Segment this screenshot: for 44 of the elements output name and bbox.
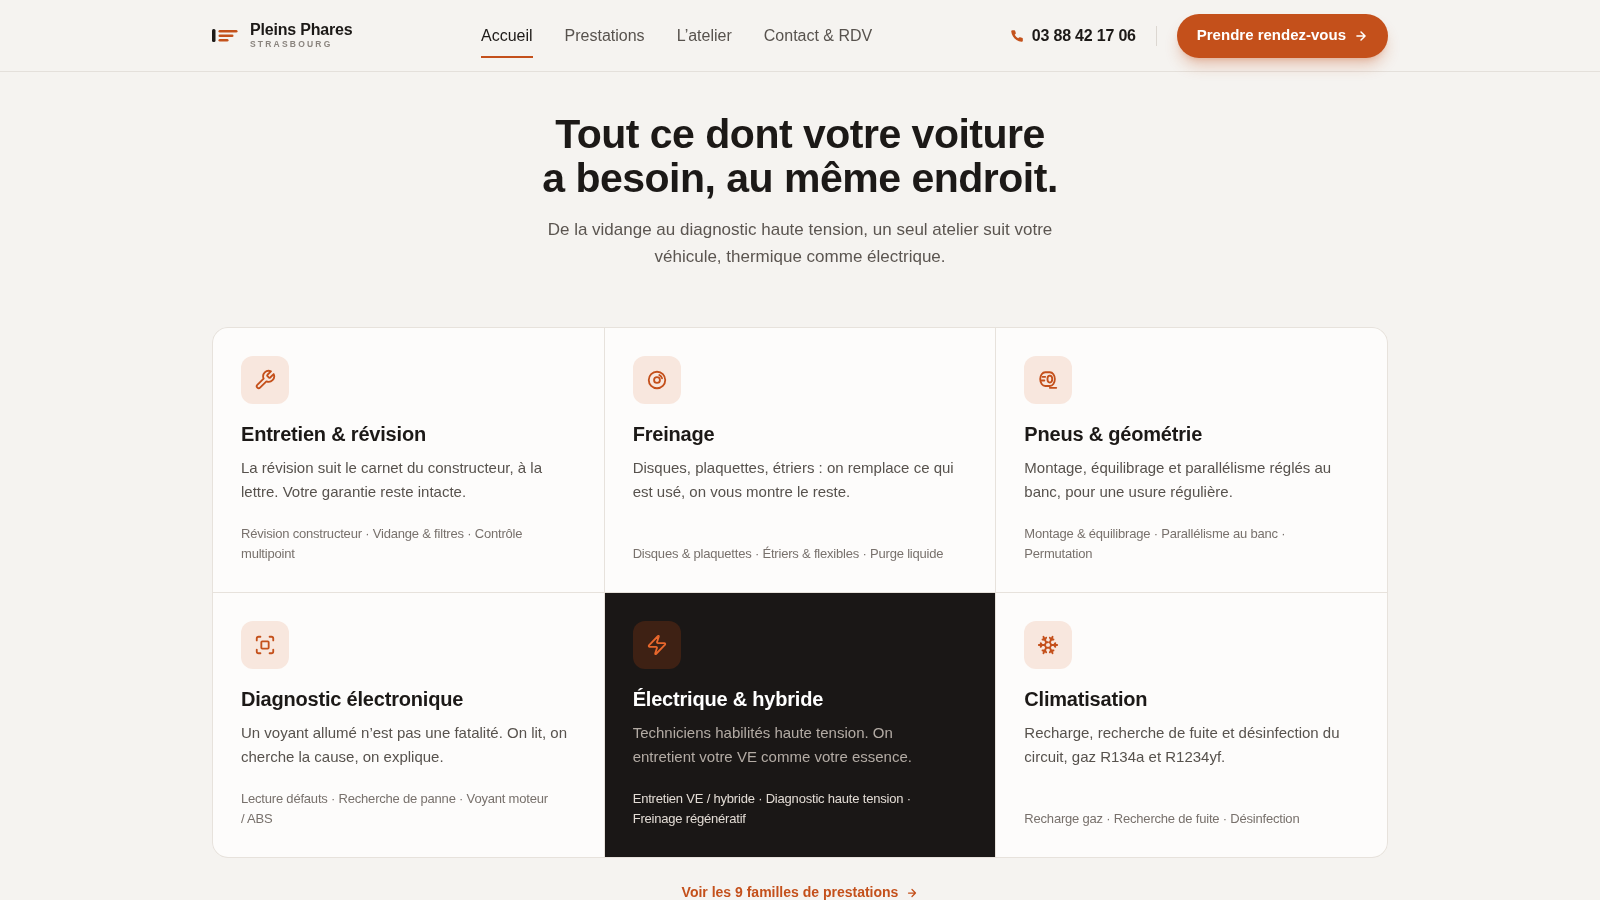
service-description: Montage, équilibrage et parallélisme réglés au banc, pour une usure régulière. bbox=[1024, 458, 1333, 502]
arrow-right-icon bbox=[906, 886, 919, 899]
service-title: Entretien & révision bbox=[241, 422, 427, 447]
logo-tagline: STRASBOURG bbox=[250, 40, 334, 49]
hero-subtitle: De la vidange au diagnostic haute tension, un seul atelier suit votre véhicule, thermique comme électrique. bbox=[547, 219, 1053, 268]
service-tags: Disques & plaquettes · Étriers & flexibles · Purge liquide bbox=[632, 544, 946, 564]
service-title: Électrique & hybride bbox=[632, 687, 825, 712]
service-tags: Lecture défauts · Recherche de panne · Voyant moteur / ABS bbox=[241, 789, 554, 829]
lightning-icon bbox=[632, 621, 681, 669]
phone-icon bbox=[1009, 28, 1024, 43]
nav-link[interactable]: Contact & RDV bbox=[763, 23, 873, 58]
service-tags: Montage & équilibrage · Parallélisme au banc · Permutation bbox=[1024, 524, 1338, 564]
wrench-icon bbox=[241, 356, 289, 404]
phone-number: 03 88 42 17 06 bbox=[1031, 25, 1136, 46]
service-description: Techniciens habilités haute tension. On entretient votre VE comme votre essence. bbox=[632, 723, 913, 767]
service-description: Recharge, recherche de fuite et désinfection du circuit, gaz R134a et R1234yf. bbox=[1024, 723, 1341, 767]
service-card[interactable]: Entretien & révision La révision suit le carnet du constructeur, à la lettre. Votre garantie reste intacte. Révision constructeur · Vidange & filtres · Contrôle multipoint bbox=[213, 328, 604, 592]
service-title: Climatisation bbox=[1024, 687, 1149, 712]
service-title: Diagnostic électronique bbox=[241, 687, 465, 712]
service-title: Freinage bbox=[632, 422, 716, 447]
nav-link[interactable]: Prestations bbox=[564, 23, 645, 58]
service-card[interactable]: Diagnostic électronique Un voyant allumé n’est pas une fatalité. On lit, on cherche la cause, on explique. Lecture défauts · Recherche de panne · Voyant moteur / ABS bbox=[213, 593, 604, 857]
more-services-link[interactable]: Voir les 9 familles de prestations bbox=[681, 882, 919, 900]
arrow-right-icon bbox=[1354, 28, 1368, 43]
service-card[interactable]: Freinage Disques, plaquettes, étriers : on remplace ce qui est usé, on vous montre le reste. Disques & plaquettes · Étriers & flexibles · Purge liquide bbox=[604, 328, 996, 592]
snowflake-icon bbox=[1024, 621, 1073, 669]
service-description: Disques, plaquettes, étriers : on remplace ce qui est usé, on vous montre le reste. bbox=[632, 458, 955, 502]
service-title: Pneus & géométrie bbox=[1024, 422, 1204, 447]
service-tags: Révision constructeur · Vidange & filtres · Contrôle multipoint bbox=[241, 524, 554, 564]
service-tags: Entretien VE / hybride · Diagnostic haute tension · Freinage régénératif bbox=[632, 789, 946, 829]
logo-name: Pleins Phares bbox=[250, 22, 353, 39]
service-tags: Recharge gaz · Recherche de fuite · Désinfection bbox=[1024, 809, 1338, 829]
nav-link[interactable]: Accueil bbox=[481, 23, 533, 58]
service-card[interactable]: Climatisation Recharge, recherche de fuite et désinfection du circuit, gaz R134a et R1234yf. Recharge gaz · Recherche de fuite · Désinfection bbox=[996, 593, 1387, 857]
scan-icon bbox=[241, 621, 289, 669]
service-card[interactable]: Pneus & géométrie Montage, équilibrage et parallélisme réglés au banc, pour une usure régulière. Montage & équilibrage · Parallélisme au banc · Permutation bbox=[996, 328, 1387, 592]
service-card[interactable]: Électrique & hybride Techniciens habilités haute tension. On entretient votre VE comme votre essence. Entretien VE / hybride · Diagnostic haute tension · Freinage régénératif bbox=[604, 593, 996, 857]
tire-icon bbox=[1024, 356, 1073, 404]
hero-heading: Tout ce dont votre voiture a besoin, au même endroit. bbox=[542, 112, 1058, 200]
service-description: La révision suit le carnet du constructeur, à la lettre. Votre garantie reste intacte. bbox=[241, 458, 543, 502]
service-description: Un voyant allumé n’est pas une fatalité. On lit, on cherche la cause, on explique. bbox=[241, 723, 568, 767]
logo-icon bbox=[212, 28, 238, 43]
appointment-button[interactable]: Prendre rendez-vous bbox=[1176, 13, 1388, 58]
nav-link[interactable]: L’atelier bbox=[676, 23, 732, 58]
